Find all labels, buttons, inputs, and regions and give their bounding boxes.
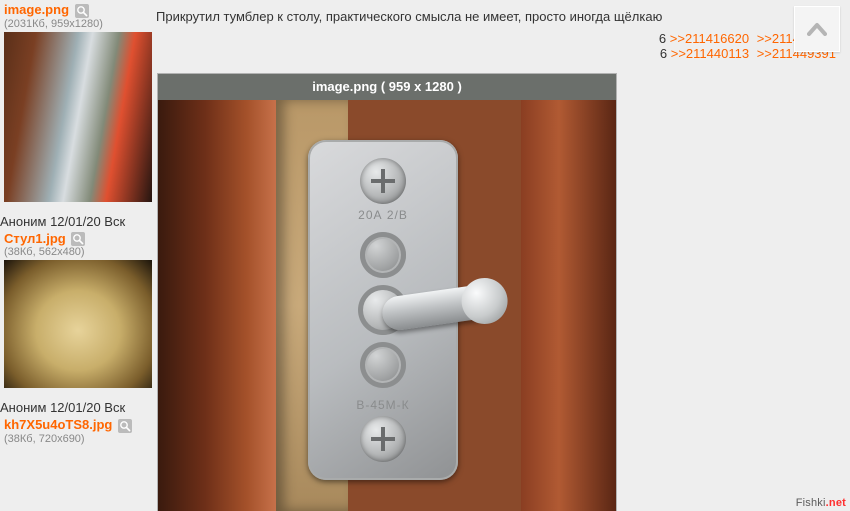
magnify-icon[interactable]: [71, 232, 85, 246]
reply-links: 6 >>211416620 >>211417269 6 >>211440113 …: [156, 31, 850, 61]
file-label: kh7X5u4oTS8.jpg: [0, 415, 156, 433]
chevron-up-icon: [807, 22, 827, 36]
image-viewer[interactable]: image.png ( 959 x 1280 ) 20А 2/В В-45М-К: [158, 74, 616, 511]
magnify-icon[interactable]: [118, 419, 132, 433]
file-name-link[interactable]: Стул1.jpg: [4, 231, 66, 246]
post-2: Аноним 12/01/20 Вск Стул1.jpg (38Кб, 562…: [0, 210, 156, 389]
file-name-link[interactable]: image.png: [4, 2, 69, 17]
reply-link[interactable]: >>211440113: [671, 46, 749, 61]
reply-fragment: 6: [659, 31, 666, 46]
file-label: Стул1.jpg: [0, 229, 156, 247]
image-viewer-title: image.png ( 959 x 1280 ): [158, 74, 616, 100]
post-1: image.png (2031Кб, 959x1280): [0, 0, 156, 202]
post-header: Аноним 12/01/20 Вск: [0, 396, 156, 415]
file-meta: (38Кб, 562x480): [0, 246, 156, 260]
file-name-link[interactable]: kh7X5u4oTS8.jpg: [4, 417, 112, 432]
file-meta: (38Кб, 720x690): [0, 433, 156, 447]
thumbnail-link[interactable]: [4, 260, 152, 388]
plate-emboss-top: 20А 2/В: [358, 208, 408, 222]
magnify-icon[interactable]: [75, 4, 89, 18]
reply-link[interactable]: >>211416620: [670, 31, 749, 46]
plate-emboss-bottom: В-45М-К: [356, 398, 409, 412]
thumbnail-image: [4, 32, 152, 202]
post-header: Аноним 12/01/20 Вск: [0, 210, 156, 229]
thumbnail-link[interactable]: [4, 32, 152, 202]
scroll-to-top-button[interactable]: [794, 6, 840, 52]
thumbnail-column: image.png (2031Кб, 959x1280) Аноним 12/0…: [0, 0, 156, 447]
thumbnail-image: [4, 260, 152, 388]
file-meta: (2031Кб, 959x1280): [0, 18, 156, 32]
post-3: Аноним 12/01/20 Вск kh7X5u4oTS8.jpg (38К…: [0, 396, 156, 447]
main-column: Прикрутил тумблер к столу, практического…: [156, 0, 850, 61]
file-label: image.png: [0, 0, 156, 18]
reply-fragment: 6: [660, 46, 667, 61]
post-text: Прикрутил тумблер к столу, практического…: [156, 0, 850, 27]
watermark: Fishki.net: [796, 497, 846, 509]
image-viewer-body[interactable]: 20А 2/В В-45М-К: [158, 100, 616, 511]
